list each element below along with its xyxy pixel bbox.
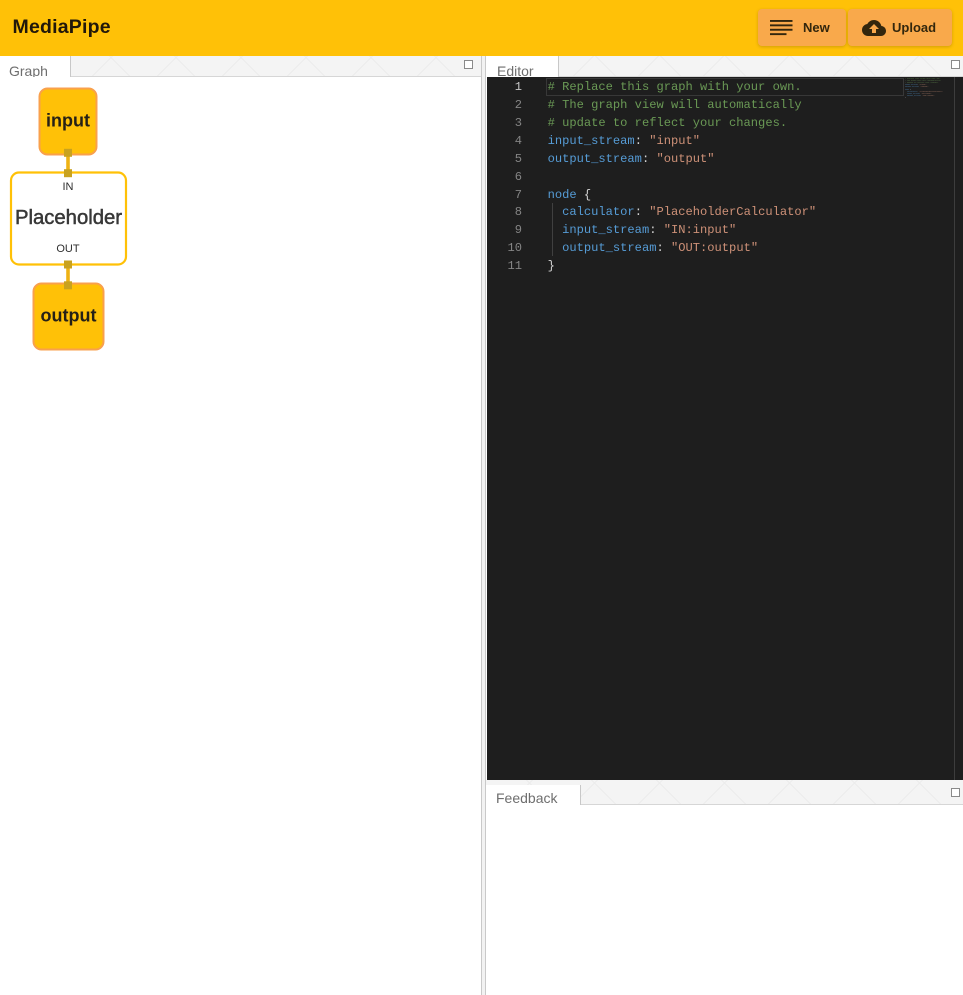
- svg-text:Placeholder: Placeholder: [15, 207, 122, 229]
- svg-text:input: input: [46, 111, 90, 131]
- svg-text:output: output: [41, 306, 97, 326]
- svg-text:IN: IN: [63, 181, 74, 193]
- svg-text:OUT: OUT: [56, 243, 80, 255]
